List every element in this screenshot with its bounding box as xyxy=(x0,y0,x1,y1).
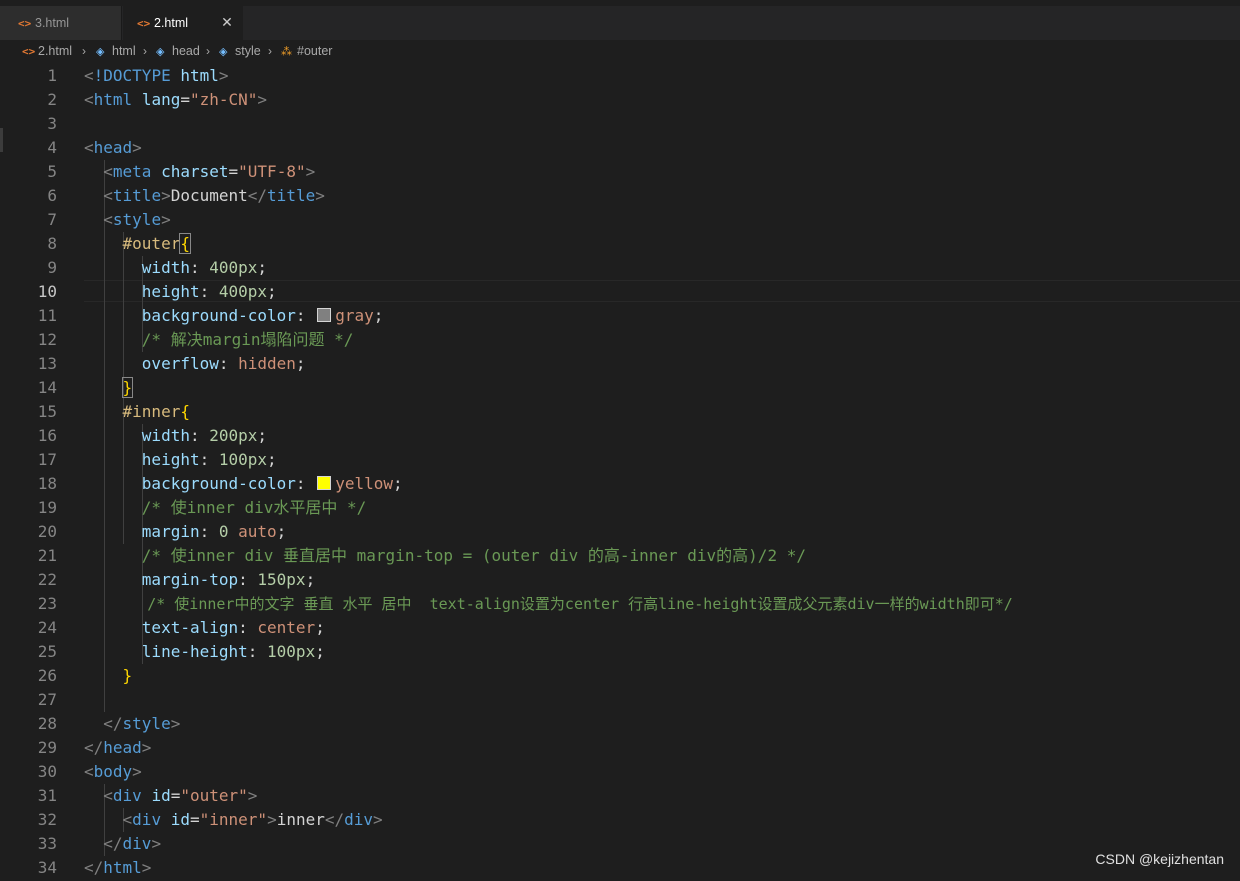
line-number: 29 xyxy=(37,738,57,757)
code-line: margin: 0 auto; xyxy=(141,522,287,541)
code-line: } xyxy=(121,377,134,398)
line-number-active: 10 xyxy=(37,282,57,301)
line-number: 27 xyxy=(37,690,57,709)
line-number: 15 xyxy=(37,402,57,421)
code-line: /* 使inner div水平居中 */ xyxy=(141,498,367,517)
line-number: 4 xyxy=(47,138,57,157)
code-line: /* 使inner中的文字 垂直 水平 居中 text-align设置为cent… xyxy=(147,595,1013,613)
selector-icon: ⁂ xyxy=(281,45,292,58)
watermark: CSDN @kejizhentan xyxy=(1095,851,1224,867)
line-number: 13 xyxy=(37,354,57,373)
breadcrumb-item-file[interactable]: <> 2.html xyxy=(22,44,72,58)
tab-bar: <> 3.html <> 2.html ✕ xyxy=(0,0,1240,40)
code-line: <html lang="zh-CN"> xyxy=(84,90,268,109)
chevron-right-icon: › xyxy=(206,44,210,58)
breadcrumb-item-selector[interactable]: ⁂ #outer xyxy=(281,44,332,58)
code-line: height: 100px; xyxy=(141,450,277,469)
tab-2-html[interactable]: <> 2.html ✕ xyxy=(123,6,243,40)
code-line: margin-top: 150px; xyxy=(141,570,316,589)
html-file-icon: <> xyxy=(22,44,36,58)
html-file-icon: <> xyxy=(137,16,151,30)
code-line: #outer{ xyxy=(122,233,191,254)
cube-icon: ◈ xyxy=(219,45,228,58)
breadcrumb-item-head[interactable]: ◈ head xyxy=(156,44,200,58)
code-line: <div id="outer"> xyxy=(103,786,258,805)
cube-icon: ◈ xyxy=(96,45,105,58)
line-number: 26 xyxy=(37,666,57,685)
code-line: overflow: hidden; xyxy=(141,354,306,373)
line-number: 34 xyxy=(37,858,57,877)
line-number: 30 xyxy=(37,762,57,781)
chevron-right-icon: › xyxy=(82,44,86,58)
code-line-active: height: 400px; xyxy=(141,282,277,301)
code-line: <style> xyxy=(103,210,171,229)
cube-icon: ◈ xyxy=(156,45,165,58)
code-line: </html> xyxy=(84,858,152,877)
line-number: 12 xyxy=(37,330,57,349)
breadcrumb-item-style[interactable]: ◈ style xyxy=(219,44,261,58)
line-number: 17 xyxy=(37,450,57,469)
html-file-icon: <> xyxy=(18,16,32,30)
line-number: 9 xyxy=(47,258,57,277)
line-number: 21 xyxy=(37,546,57,565)
color-swatch[interactable] xyxy=(317,476,332,490)
line-number: 2 xyxy=(47,90,57,109)
chevron-right-icon: › xyxy=(268,44,272,58)
line-number: 31 xyxy=(37,786,57,805)
line-number: 6 xyxy=(47,186,57,205)
breadcrumb: <> 2.html › ◈ html › ◈ head › ◈ style › … xyxy=(0,40,1240,64)
line-number: 22 xyxy=(37,570,57,589)
line-number: 7 xyxy=(47,210,57,229)
code-line: #inner{ xyxy=(122,402,190,421)
line-number: 19 xyxy=(37,498,57,517)
line-number: 23 xyxy=(37,594,57,613)
line-number: 8 xyxy=(47,234,57,253)
line-number: 11 xyxy=(37,306,57,325)
line-number: 1 xyxy=(47,66,57,85)
code-line: width: 200px; xyxy=(141,426,268,445)
code-line: </div> xyxy=(103,834,162,853)
color-swatch[interactable] xyxy=(317,308,332,322)
chevron-right-icon: › xyxy=(143,44,147,58)
tab-label: 2.html xyxy=(154,16,189,30)
code-line: /* 解决margin塌陷问题 */ xyxy=(141,330,354,349)
code-line: </head> xyxy=(84,738,152,757)
code-editor[interactable]: 1 2 3 4 5 6 7 8 9 10 11 12 13 14 15 16 1… xyxy=(0,64,1240,881)
code-line: </style> xyxy=(103,714,181,733)
code-line: <body> xyxy=(84,762,142,781)
line-number: 32 xyxy=(37,810,57,829)
line-number: 18 xyxy=(37,474,57,493)
code-line: <meta charset="UTF-8"> xyxy=(103,162,316,181)
line-number: 25 xyxy=(37,642,57,661)
code-line: <title>Document</title> xyxy=(103,186,325,205)
tab-3-html[interactable]: <> 3.html xyxy=(0,6,122,40)
code-line: } xyxy=(122,666,133,685)
line-number: 14 xyxy=(37,378,57,397)
tab-label: 3.html xyxy=(35,16,70,30)
code-line: line-height: 100px; xyxy=(141,642,325,661)
breadcrumb-item-html[interactable]: ◈ html xyxy=(96,44,136,58)
line-number: 20 xyxy=(37,522,57,541)
code-line: background-color: gray; xyxy=(141,306,384,325)
code-line: width: 400px; xyxy=(141,258,268,277)
code-line: background-color: yellow; xyxy=(141,474,403,493)
line-number: 5 xyxy=(47,162,57,181)
code-line: <head> xyxy=(84,138,142,157)
line-number: 28 xyxy=(37,714,57,733)
code-line: <!DOCTYPE html> xyxy=(84,66,229,85)
code-line: text-align: center; xyxy=(141,618,325,637)
line-number: 33 xyxy=(37,834,57,853)
close-icon[interactable]: ✕ xyxy=(219,14,235,30)
line-number: 16 xyxy=(37,426,57,445)
line-number: 3 xyxy=(47,114,57,133)
line-number: 24 xyxy=(37,618,57,637)
code-line: <div id="inner">inner</div> xyxy=(122,810,383,829)
code-line: /* 使inner div 垂直居中 margin-top = (outer d… xyxy=(141,546,806,565)
